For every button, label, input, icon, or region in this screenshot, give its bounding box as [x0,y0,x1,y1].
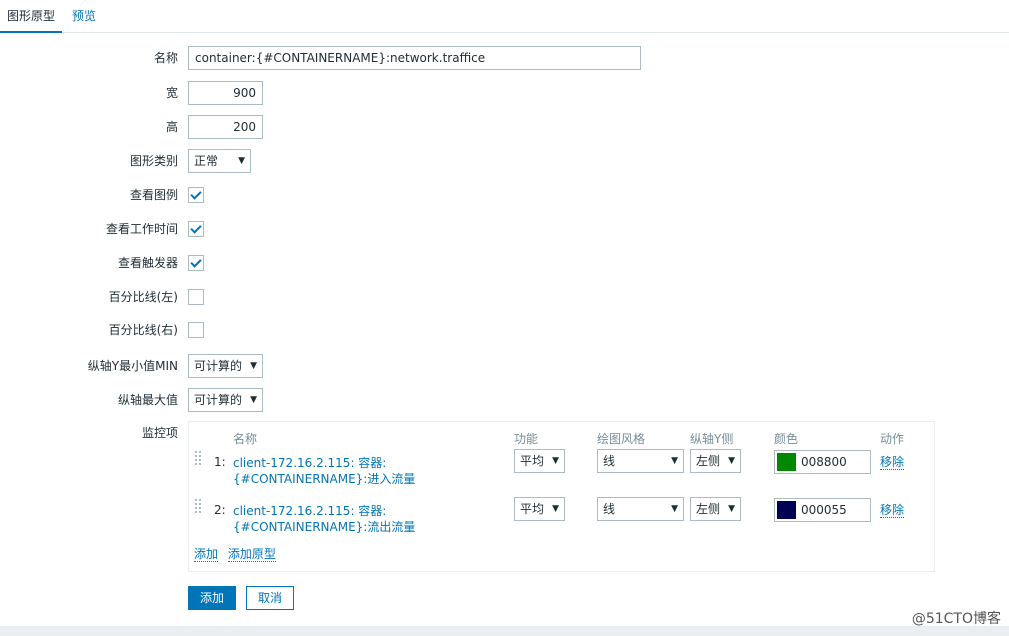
add-button[interactable]: 添加 [188,586,236,610]
triangle-down-icon: ▼ [250,361,257,371]
footer-bar [0,626,1009,636]
item-name-link[interactable]: client-172.16.2.115: 容器:{#CONTAINERNAME}… [233,503,508,535]
form-row-width: 宽 [0,81,1009,105]
triangle-down-icon: ▼ [728,504,735,514]
remove-link[interactable]: 移除 [880,455,905,470]
y-axis-side-value: 左侧 [696,454,721,468]
color-value: 000055 [801,503,847,517]
percentile-left-checkbox[interactable] [188,289,204,305]
ymin-select[interactable]: 可计算的 ▼ [188,354,263,378]
header-action: 动作 [880,432,905,446]
draw-style-value: 线 [603,502,616,516]
triangle-down-icon: ▼ [671,456,678,466]
header-color: 颜色 [774,432,799,446]
function-value: 平均 [520,454,545,468]
check-icon [190,222,202,234]
row-index: 2: [214,503,226,517]
tab-preview[interactable]: 预览 [72,0,96,32]
show-legend-checkbox[interactable] [188,187,204,203]
y-axis-side-value: 左侧 [696,502,721,516]
function-value: 平均 [520,502,545,516]
draw-style-select[interactable]: 线 ▼ [597,497,684,521]
form-row-ymin: 纵轴Y最小值MIN 可计算的 ▼ [0,354,1009,378]
triangle-down-icon: ▼ [552,504,559,514]
color-swatch[interactable] [777,501,796,519]
height-input[interactable] [188,115,263,139]
width-input[interactable] [188,81,263,105]
triangle-down-icon: ▼ [552,456,559,466]
triangle-down-icon: ▼ [671,504,678,514]
percentile-right-checkbox[interactable] [188,322,204,338]
row-index: 1: [214,455,226,469]
form-row-show-triggers: 查看触发器 [0,251,1009,275]
function-select[interactable]: 平均 ▼ [514,497,565,521]
drag-handle-icon[interactable] [195,451,201,465]
color-swatch[interactable] [777,453,796,471]
form-row-ymax: 纵轴最大值 可计算的 ▼ [0,388,1009,412]
ymax-value: 可计算的 [194,393,243,407]
height-label: 高 [165,120,178,134]
color-value: 008800 [801,455,847,469]
function-select[interactable]: 平均 ▼ [514,449,565,473]
tab-graph-prototype[interactable]: 图形原型 [0,0,62,33]
form-row-percentile-left: 百分比线(左) [0,285,1009,309]
form-row-graph-type: 图形类别 正常 ▼ [0,149,1009,173]
graph-type-label: 图形类别 [129,154,178,168]
watermark: @51CTO博客 [911,611,1001,627]
items-label: 监控项 [141,426,178,440]
name-input[interactable] [188,46,641,70]
header-draw-style: 绘图风格 [597,432,646,446]
cancel-button[interactable]: 取消 [246,586,294,610]
percentile-right-label: 百分比线(右) [108,323,178,337]
ymax-select[interactable]: 可计算的 ▼ [188,388,263,412]
ymax-label: 纵轴最大值 [117,393,178,407]
tab-bar: 图形原型 预览 [0,0,1009,33]
show-legend-label: 查看图例 [129,188,178,202]
add-prototype-link[interactable]: 添加原型 [227,547,276,562]
header-function: 功能 [514,432,539,446]
color-picker[interactable]: 008800 [774,450,871,474]
check-icon [190,256,202,268]
header-name: 名称 [233,432,258,446]
triangle-down-icon: ▼ [728,456,735,466]
triangle-down-icon: ▼ [238,156,245,166]
graph-type-select[interactable]: 正常 ▼ [188,149,251,173]
check-icon [190,188,202,200]
item-name-link[interactable]: client-172.16.2.115: 容器:{#CONTAINERNAME}… [233,455,508,487]
form-row-name: 名称 [0,46,1009,70]
graph-type-value: 正常 [194,154,219,168]
name-label: 名称 [153,51,178,65]
show-working-time-checkbox[interactable] [188,221,204,237]
items-table: 名称 功能 绘图风格 纵轴Y侧 颜色 动作 1: client-172.16.2… [188,421,935,572]
show-working-time-label: 查看工作时间 [105,222,178,236]
show-triggers-label: 查看触发器 [117,256,178,270]
show-triggers-checkbox[interactable] [188,255,204,271]
form-row-height: 高 [0,115,1009,139]
draw-style-select[interactable]: 线 ▼ [597,449,684,473]
remove-link[interactable]: 移除 [880,503,905,518]
drag-handle-icon[interactable] [195,499,201,513]
draw-style-value: 线 [603,454,616,468]
form-row-show-legend: 查看图例 [0,183,1009,207]
width-label: 宽 [165,86,178,100]
ymin-value: 可计算的 [194,359,243,373]
triangle-down-icon: ▼ [250,395,257,405]
color-picker[interactable]: 000055 [774,498,871,522]
header-y-axis-side: 纵轴Y侧 [690,432,734,446]
y-axis-side-select[interactable]: 左侧 ▼ [690,497,741,521]
form-row-show-working-time: 查看工作时间 [0,217,1009,241]
y-axis-side-select[interactable]: 左侧 ▼ [690,449,741,473]
percentile-left-label: 百分比线(左) [108,290,178,304]
form-row-percentile-right: 百分比线(右) [0,318,1009,342]
ymin-label: 纵轴Y最小值MIN [87,359,178,373]
items-actions: 添加 添加原型 [194,545,282,562]
add-item-link[interactable]: 添加 [194,547,219,562]
